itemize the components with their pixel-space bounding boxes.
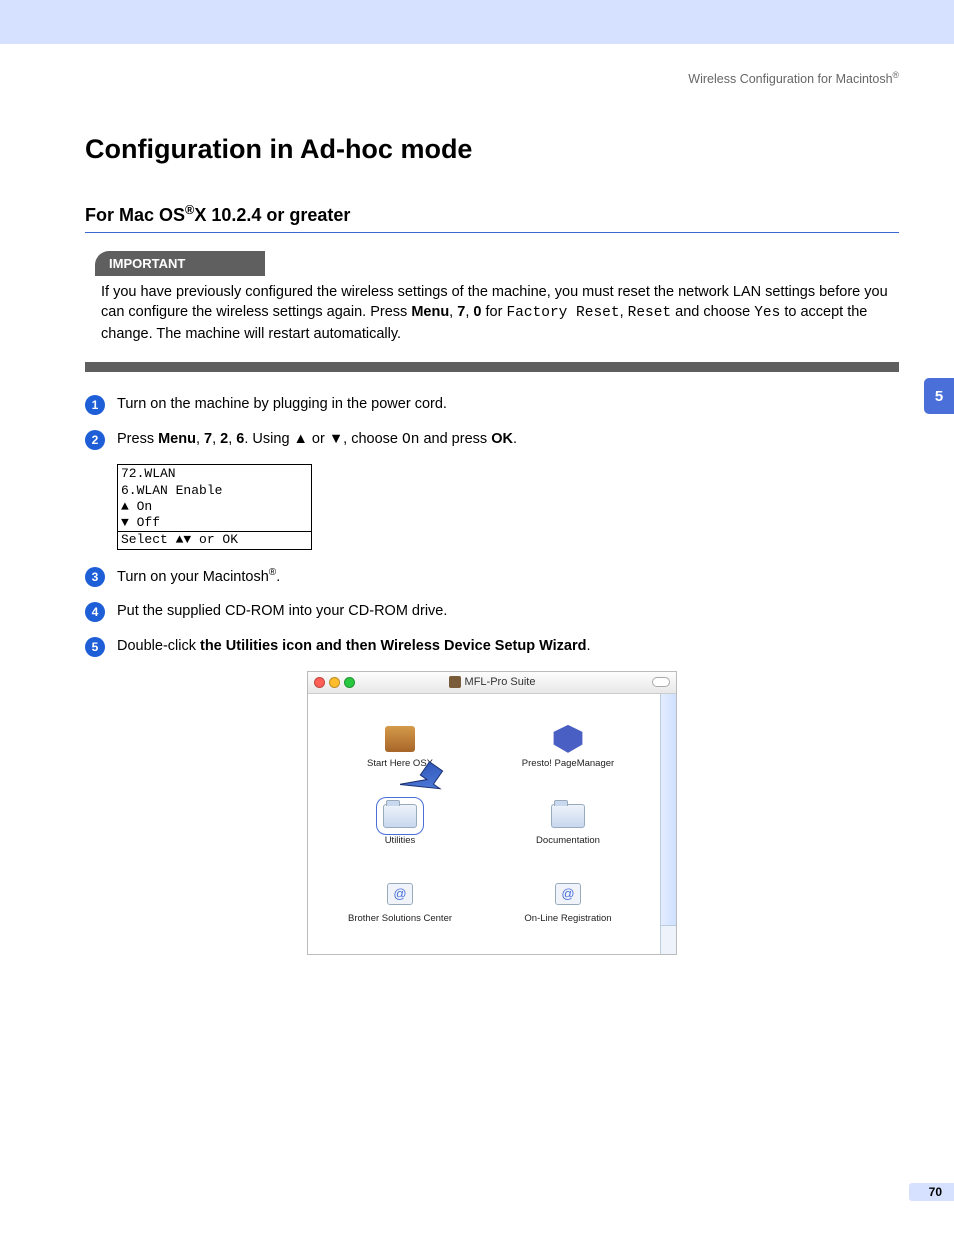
folder-icon [550, 801, 586, 831]
finder-title: MFL-Pro Suite [308, 676, 676, 688]
top-color-band [0, 0, 954, 46]
finder-item-label: Presto! PageManager [522, 758, 614, 769]
text: Press [117, 431, 158, 447]
code-factory-reset: Factory Reset [506, 305, 619, 321]
lcd-line: ▲ On [121, 499, 308, 515]
finder-item-start-here[interactable]: Start Here OSX [316, 708, 484, 785]
key-ok: OK [491, 431, 513, 447]
text-bold: the Utilities icon and then Wireless Dev… [200, 638, 587, 654]
finder-item-label: Brother Solutions Center [348, 913, 452, 924]
step-number-icon: 5 [85, 637, 105, 657]
weblink-icon: @ [382, 879, 418, 909]
page-title: Configuration in Ad-hoc mode [85, 134, 899, 165]
registered-mark: ® [893, 70, 899, 80]
finder-titlebar: MFL-Pro Suite [308, 672, 676, 694]
close-icon[interactable] [314, 677, 325, 688]
text: Double-click [117, 638, 200, 654]
zoom-icon[interactable] [344, 677, 355, 688]
lcd-display: 72.WLAN 6.WLAN Enable ▲ On ▼ Off Select … [117, 464, 312, 549]
step-number-icon: 4 [85, 602, 105, 622]
text: Turn on your Macintosh [117, 568, 269, 584]
key-menu: Menu [411, 304, 449, 320]
text: and choose [671, 304, 754, 320]
weblink-icon: @ [550, 879, 586, 909]
text: , [196, 431, 204, 447]
folder-icon [382, 801, 418, 831]
important-label: IMPORTANT [95, 251, 265, 276]
finder-item-solutions-center[interactable]: @ Brother Solutions Center [316, 862, 484, 939]
heading-post: X 10.2.4 or greater [194, 205, 350, 225]
text: and press [419, 431, 491, 447]
step-text: Turn on your Macintosh®. [117, 566, 280, 587]
registered-mark: ® [185, 203, 194, 217]
text: . [587, 638, 591, 654]
finder-item-label: Documentation [536, 835, 600, 846]
lcd-line: 6.WLAN Enable [121, 483, 308, 499]
step-1: 1 Turn on the machine by plugging in the… [85, 394, 899, 415]
finder-item-label: Start Here OSX [367, 758, 433, 769]
lcd-line: Select ▲▼ or OK [118, 531, 311, 548]
minimize-icon[interactable] [329, 677, 340, 688]
finder-item-presto[interactable]: Presto! PageManager [484, 708, 652, 785]
code-on: On [402, 432, 419, 448]
code-yes: Yes [754, 305, 780, 321]
finder-title-text: MFL-Pro Suite [465, 676, 536, 688]
section-heading: For Mac OS®X 10.2.4 or greater [85, 203, 899, 233]
finder-item-utilities[interactable]: Utilities [316, 785, 484, 862]
breadcrumb-text: Wireless Configuration for Macintosh [688, 72, 892, 86]
package-icon [382, 724, 418, 754]
chapter-tab: 5 [924, 378, 954, 414]
finder-item-label: Utilities [385, 835, 416, 846]
breadcrumb: Wireless Configuration for Macintosh® [85, 70, 899, 86]
badge-icon [550, 724, 586, 754]
lcd-line: 72.WLAN [121, 466, 308, 482]
important-body: If you have previously configured the wi… [95, 276, 899, 354]
step-5: 5 Double-click the Utilities icon and th… [85, 636, 899, 657]
step-number-icon: 1 [85, 395, 105, 415]
page-content: Wireless Configuration for Macintosh® Co… [85, 70, 899, 955]
step-3: 3 Turn on your Macintosh®. [85, 566, 899, 587]
step-2: 2 Press Menu, 7, 2, 6. Using ▲ or ▼, cho… [85, 429, 899, 450]
key-7: 7 [204, 431, 212, 447]
step-text: Press Menu, 7, 2, 6. Using ▲ or ▼, choos… [117, 429, 517, 450]
step-number-icon: 2 [85, 430, 105, 450]
step-number-icon: 3 [85, 567, 105, 587]
code-reset: Reset [628, 305, 672, 321]
finder-body: Start Here OSX [308, 694, 676, 954]
text: , [212, 431, 220, 447]
text: . Using ▲ or ▼, choose [244, 431, 402, 447]
window-controls[interactable] [314, 677, 355, 688]
step-4: 4 Put the supplied CD-ROM into your CD-R… [85, 601, 899, 622]
step-text: Double-click the Utilities icon and then… [117, 636, 591, 656]
text: for [481, 304, 506, 320]
finder-item-label: On-Line Registration [524, 913, 611, 924]
finder-window: MFL-Pro Suite Start Here OSX [307, 671, 677, 955]
lcd-line: ▼ Off [121, 515, 308, 531]
important-callout: IMPORTANT If you have previously configu… [95, 251, 899, 354]
finder-icon-grid: Start Here OSX [308, 694, 660, 954]
key-menu: Menu [158, 431, 196, 447]
step-text: Turn on the machine by plugging in the p… [117, 394, 447, 414]
step-text: Put the supplied CD-ROM into your CD-ROM… [117, 601, 447, 621]
text: , [620, 304, 628, 320]
toolbar-toggle-icon[interactable] [652, 677, 670, 687]
finder-item-documentation[interactable]: Documentation [484, 785, 652, 862]
package-icon [449, 676, 461, 688]
text: . [513, 431, 517, 447]
page-number: 70 [909, 1183, 954, 1201]
scrollbar[interactable] [660, 694, 676, 954]
divider [85, 362, 899, 372]
finder-item-online-registration[interactable]: @ On-Line Registration [484, 862, 652, 939]
text: . [276, 568, 280, 584]
heading-pre: For Mac OS [85, 205, 185, 225]
